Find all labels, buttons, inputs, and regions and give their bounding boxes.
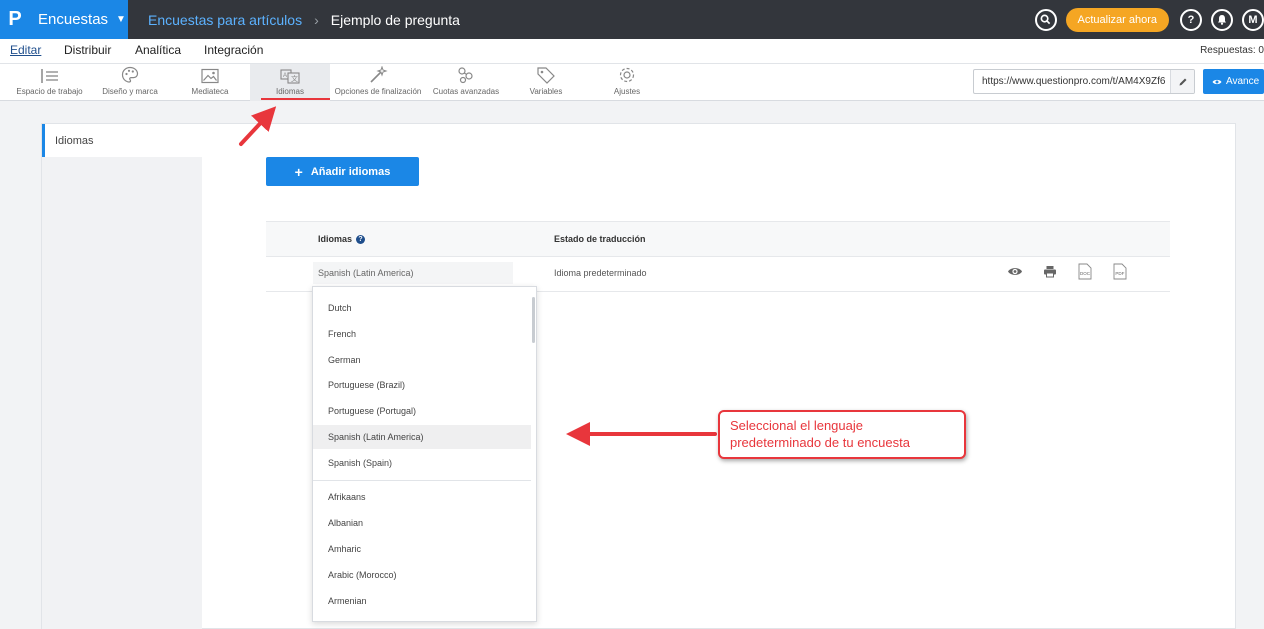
help-icon[interactable]: ?: [1180, 8, 1202, 31]
tool-label: Mediateca: [191, 87, 229, 96]
dropdown-scrollbar[interactable]: [531, 287, 536, 621]
tool-label: Idiomas: [275, 87, 304, 96]
help-icon[interactable]: ?: [356, 235, 366, 245]
language-option-highlighted[interactable]: Spanish (Latin America): [313, 425, 533, 449]
add-languages-button[interactable]: + Añadir idiomas: [266, 157, 419, 186]
dropdown-divider: [313, 480, 533, 481]
edit-toolbar: Espacio de trabajo Diseño y marca Mediat…: [0, 64, 1264, 101]
tool-languages[interactable]: A文 Idiomas: [250, 64, 330, 101]
column-header-languages-label: Idiomas: [318, 234, 353, 244]
doc-download-icon[interactable]: DOC: [1067, 263, 1102, 280]
language-option[interactable]: French: [313, 322, 533, 346]
preview-button[interactable]: Avance: [1203, 69, 1264, 94]
tool-workspace[interactable]: Espacio de trabajo: [12, 64, 87, 101]
language-option[interactable]: Spanish (Spain): [313, 451, 533, 475]
tool-label: Opciones de finalización: [334, 87, 422, 96]
language-dropdown[interactable]: Dutch French German Portuguese (Brazil) …: [312, 286, 537, 622]
active-tab-underline: [261, 98, 330, 100]
dropdown-scroll-thumb[interactable]: [532, 297, 535, 343]
languages-panel: Idiomas + Añadir idiomas Idiomas? Estado…: [41, 123, 1236, 629]
image-icon: [180, 64, 240, 84]
breadcrumb-current: Ejemplo de pregunta: [330, 11, 460, 28]
quota-icon: [430, 64, 502, 84]
nav-integration[interactable]: Integración: [204, 43, 263, 57]
nav-analytics[interactable]: Analítica: [135, 43, 181, 57]
main-nav: Editar Distribuir Analítica Integración …: [0, 39, 1264, 64]
nav-edit[interactable]: Editar: [10, 43, 41, 57]
bell-icon[interactable]: [1211, 8, 1233, 31]
preview-label: Avance: [1226, 76, 1260, 87]
chevron-right-icon: ›: [314, 11, 319, 28]
workspace-icon: [12, 64, 87, 84]
top-bar: P Encuestas ▼ Encuestas para artículos ›…: [0, 0, 1264, 39]
language-option[interactable]: German: [313, 348, 533, 372]
tool-media[interactable]: Mediateca: [180, 64, 240, 101]
language-option[interactable]: Armenian: [313, 589, 533, 613]
column-header-languages: Idiomas?: [318, 234, 366, 245]
language-select[interactable]: Spanish (Latin America): [313, 262, 513, 284]
row-actions: DOC PDF: [997, 263, 1137, 280]
magic-wand-icon: [332, 64, 424, 84]
annotation-line-1: Seleccional el lenguaje: [730, 418, 863, 433]
tool-label: Cuotas avanzadas: [432, 87, 500, 96]
svg-text:文: 文: [291, 74, 298, 83]
survey-url-text: https://www.questionpro.com/t/AM4X9Zf6: [982, 76, 1166, 87]
tool-variables[interactable]: Variables: [518, 64, 574, 101]
survey-url-field[interactable]: https://www.questionpro.com/t/AM4X9Zf6: [973, 69, 1195, 94]
palette-icon: [96, 64, 164, 84]
annotation-line-2: predeterminado de tu encuesta: [730, 435, 910, 450]
tool-advanced-quotas[interactable]: Cuotas avanzadas: [430, 64, 502, 101]
tool-label: Diseño y marca: [102, 87, 158, 96]
language-option[interactable]: Albanian: [313, 511, 533, 535]
product-switcher[interactable]: P Encuestas ▼: [0, 0, 128, 39]
breadcrumb: Encuestas para artículos › Ejemplo de pr…: [148, 0, 460, 39]
translate-icon: A文: [250, 64, 330, 84]
print-icon[interactable]: [1032, 265, 1067, 278]
tool-design[interactable]: Diseño y marca: [96, 64, 164, 101]
nav-distribute[interactable]: Distribuir: [64, 43, 111, 57]
eye-icon[interactable]: [997, 266, 1032, 277]
tool-label: Variables: [529, 87, 563, 96]
tool-label: Ajustes: [613, 87, 641, 96]
svg-text:A: A: [283, 73, 287, 79]
tool-label: Espacio de trabajo: [16, 87, 83, 96]
add-languages-label: Añadir idiomas: [310, 165, 391, 178]
gear-icon: [603, 64, 651, 84]
translation-state: Idioma predeterminado: [554, 268, 647, 278]
product-name: Encuestas: [38, 11, 109, 28]
column-header-state: Estado de traducción: [554, 234, 646, 244]
brand-logo: P: [8, 8, 22, 30]
breadcrumb-parent[interactable]: Encuestas para artículos: [148, 12, 302, 28]
language-option[interactable]: Portuguese (Brazil): [313, 373, 533, 397]
language-option[interactable]: Amharic: [313, 537, 533, 561]
plus-icon: +: [294, 163, 303, 180]
tag-icon: [518, 64, 574, 84]
language-option[interactable]: Dutch: [313, 296, 533, 320]
svg-text:DOC: DOC: [1080, 271, 1091, 276]
svg-text:PDF: PDF: [1115, 271, 1124, 276]
sidebar: Idiomas: [42, 124, 202, 629]
avatar[interactable]: M: [1242, 8, 1264, 31]
eye-icon: [1212, 78, 1222, 86]
tool-end-options[interactable]: Opciones de finalización: [332, 64, 424, 101]
language-option[interactable]: Arabic (Morocco): [313, 563, 533, 587]
annotation-callout: Seleccional el lenguaje predeterminado d…: [718, 410, 966, 459]
upgrade-button[interactable]: Actualizar ahora: [1065, 7, 1169, 32]
language-option[interactable]: Afrikaans: [313, 485, 533, 509]
pdf-download-icon[interactable]: PDF: [1102, 263, 1137, 280]
tool-settings[interactable]: Ajustes: [603, 64, 651, 101]
languages-table-header: Idiomas? Estado de traducción: [266, 221, 1170, 257]
responses-count: Respuestas: 0: [1200, 45, 1264, 56]
search-icon[interactable]: [1034, 8, 1057, 31]
pencil-icon[interactable]: [1170, 70, 1194, 93]
sidebar-item-languages[interactable]: Idiomas: [42, 124, 202, 157]
language-option[interactable]: Portuguese (Portugal): [313, 399, 533, 423]
caret-down-icon: ▼: [116, 14, 126, 25]
